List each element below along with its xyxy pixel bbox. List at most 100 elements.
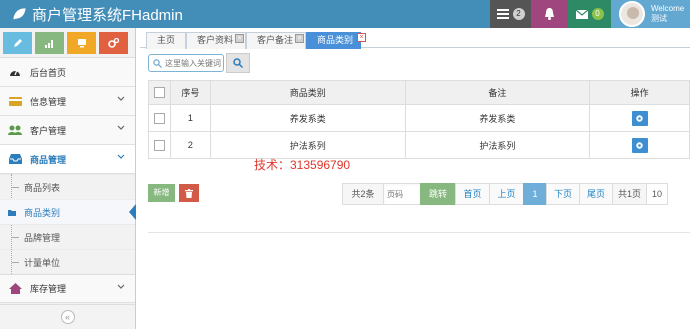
cell-remark: 养发系类 [404,104,591,132]
chevron-down-icon [117,154,125,159]
sidebar-item-stock[interactable]: 库存管理 [0,274,135,303]
welcome-text: Welcome [651,4,685,13]
tab-customer-notes[interactable]: 客户备注 × [246,32,306,49]
column-header[interactable]: 商品类别 [209,80,406,105]
username: 测试 [651,14,667,23]
column-header[interactable]: 备注 [404,80,591,105]
page-count: 共1页 [612,183,647,205]
pagination: 共2条 跳转 首页 上页 1 下页 尾页 共1页 10 [342,183,668,205]
table-row: 1 养发系类 养发系类 [148,104,690,132]
desktop-icon [77,38,86,47]
cell-actions [589,131,690,159]
delete-button[interactable] [179,184,199,202]
search-button[interactable] [226,53,250,73]
page-input-wrap [383,183,421,205]
envelope-icon [575,9,588,19]
sidebar-collapse-bar: « [0,304,135,329]
last-page-button[interactable]: 尾页 [579,183,613,205]
trash-icon [185,188,193,198]
gear-icon [636,141,643,149]
row-checkbox[interactable] [153,112,165,124]
chevron-down-icon [117,96,125,101]
sidebar-item-info[interactable]: 信息管理 [0,87,135,116]
chevron-down-icon [117,125,125,130]
chevron-down-icon [117,284,125,289]
products-submenu: 商品列表 商品类别 品牌管理 计量单位 [0,174,136,274]
prev-page-button[interactable]: 上页 [489,183,524,205]
sidebar-item-customers[interactable]: 客户管理 [0,116,135,145]
user-menu[interactable]: Welcome 测试 [611,0,690,28]
shortcuts [0,28,135,58]
gear-icon [636,114,643,122]
tree-dash [12,237,19,238]
next-page-button[interactable]: 下页 [546,183,580,205]
tab-product-category[interactable]: 商品类别 × [306,32,366,49]
table-row: 2 护法系列 护法系列 [148,131,690,159]
row-checkbox[interactable] [153,139,165,151]
submenu-item-brand[interactable]: 品牌管理 [0,224,135,249]
tab-bar: 主页 客户资料 × 客户备注 × 商品类别 × [140,30,690,49]
current-page[interactable]: 1 [523,183,547,205]
cell-index: 2 [169,131,211,159]
cell-category: 养发系类 [209,104,406,132]
sidebar-item-dashboard[interactable]: 后台首页 [0,58,135,87]
submenu-item-unit[interactable]: 计量单位 [0,249,135,274]
total-count: 共2条 [342,183,384,205]
tab-home[interactable]: 主页 [146,32,186,49]
tab-label: 客户备注 [257,35,294,45]
submenu-item-product-category[interactable]: 商品类别 [0,199,136,224]
go-button[interactable]: 跳转 [420,183,456,205]
users-icon [8,124,22,136]
submenu-item-label: 品牌管理 [24,232,61,243]
close-icon[interactable]: × [295,34,304,43]
sidebar-item-label: 库存管理 [30,284,67,294]
brand[interactable]: 商户管理系统FHadmin [12,4,183,24]
select-all-cell [148,80,171,105]
sidebar: 后台首页 信息管理 客户管理 商品管理 商品列表 商品类别 品牌管理 计量单位 … [0,28,136,329]
shortcut-signal[interactable] [35,31,64,54]
divider [148,232,690,233]
row-select-cell [148,131,171,159]
select-all-checkbox[interactable] [153,87,165,99]
row-select-cell [148,104,171,132]
watermark-text: 技术：313596790 [254,158,351,172]
category-table: 序号 商品类别 备注 操作 1 养发系类 养发系类 2 护法系列 护法系列 [148,80,690,159]
mail-button[interactable]: 0 [568,0,611,28]
add-button[interactable]: 新增 [148,184,175,202]
page-size-select[interactable]: 10 [646,183,668,205]
tab-customer-info[interactable]: 客户资料 × [186,32,246,49]
search-box [148,54,224,72]
column-header[interactable]: 序号 [169,80,211,105]
first-page-button[interactable]: 首页 [455,183,490,205]
row-settings-button[interactable] [631,110,648,126]
sidebar-item-label: 商品管理 [30,154,67,165]
avatar [619,1,645,27]
tab-label: 主页 [157,35,176,45]
search-input[interactable] [165,58,223,68]
top-navbar: 商户管理系统FHadmin 2 0 Welcome 测试 [0,0,690,28]
tab-label: 客户资料 [197,35,234,45]
messages-button[interactable]: 2 [490,0,531,28]
row-settings-button[interactable] [631,137,648,153]
shortcut-pencil[interactable] [3,31,32,54]
close-icon[interactable]: × [357,33,366,42]
shortcut-desktop[interactable] [67,31,96,54]
tachometer-icon [8,66,22,78]
bell-icon [545,8,554,20]
shortcut-cogs[interactable] [99,31,128,54]
leaf-icon [13,8,26,20]
user-greeting: Welcome 测试 [651,4,684,24]
sidebar-item-products[interactable]: 商品管理 [0,145,135,174]
close-icon[interactable]: × [235,34,244,43]
submenu-item-product-list[interactable]: 商品列表 [0,174,135,199]
home-icon [8,283,22,295]
submenu-item-label: 商品类别 [24,207,61,218]
notifications-button[interactable] [531,0,568,28]
cell-remark: 护法系列 [404,131,591,159]
page-number-input[interactable] [385,185,419,204]
submenu-item-label: 计量单位 [24,257,61,268]
table-header-row: 序号 商品类别 备注 操作 [148,80,690,105]
messages-badge: 2 [512,8,525,20]
brand-title: 商户管理系统FHadmin [32,6,183,24]
collapse-sidebar-button[interactable]: « [60,310,75,324]
